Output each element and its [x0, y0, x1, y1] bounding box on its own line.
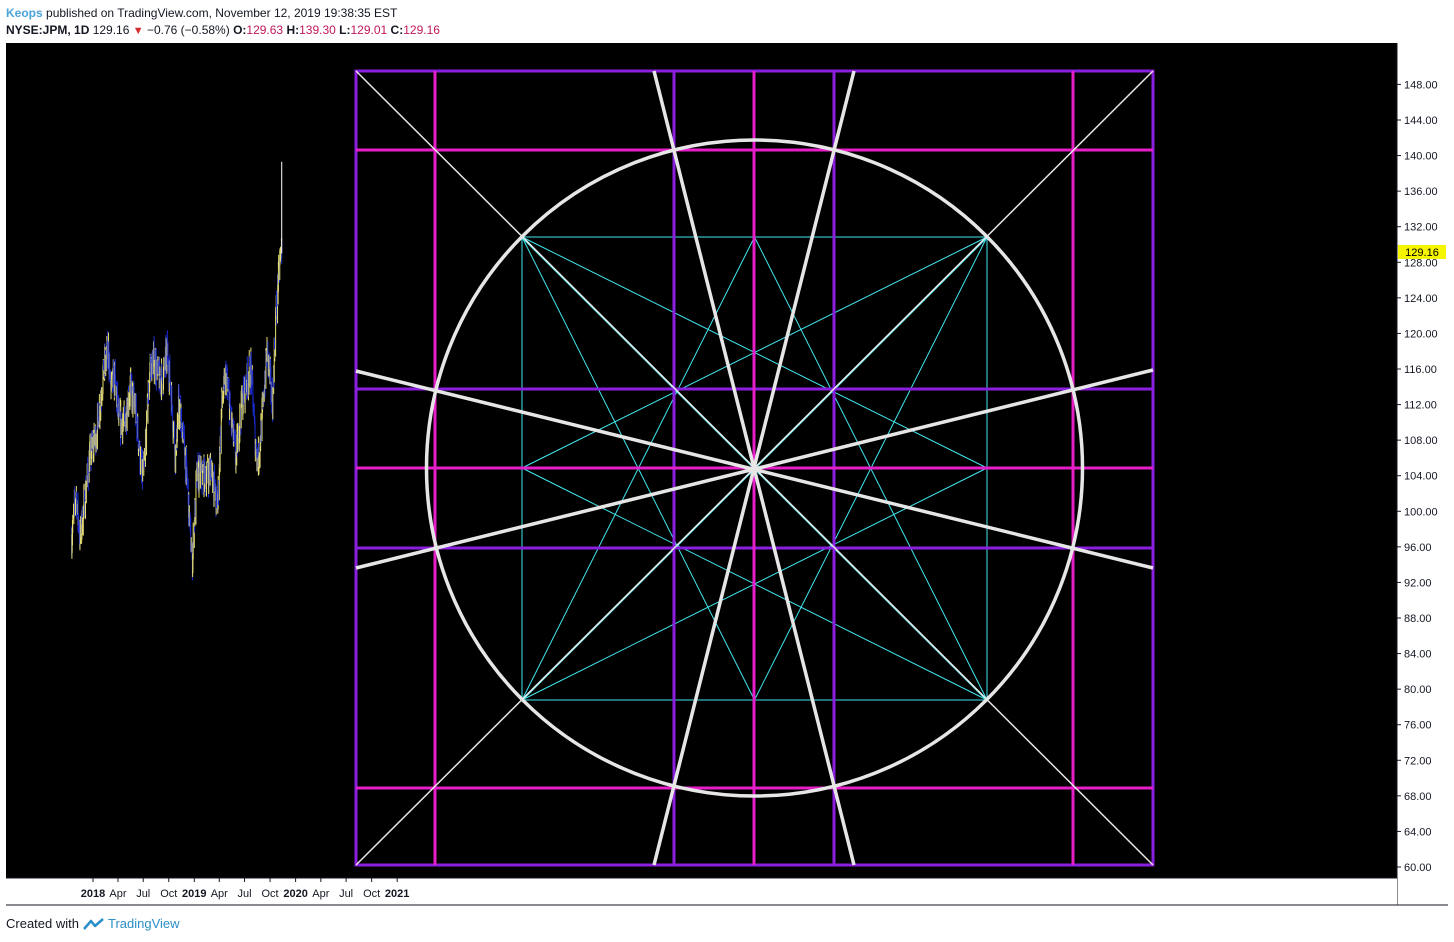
y-tick-label: 88.00	[1404, 613, 1432, 625]
last-price-badge-text: 129.16	[1405, 247, 1439, 259]
x-tick-label: Oct	[262, 888, 279, 900]
footer: Created with TradingView	[6, 916, 180, 932]
y-tick-label: 84.00	[1404, 649, 1432, 661]
y-tick-label: 132.00	[1404, 222, 1438, 234]
tradingview-logo-icon	[83, 918, 104, 930]
x-tick-label: Jul	[238, 888, 252, 900]
x-tick-label: Apr	[211, 888, 228, 900]
y-tick-label: 148.00	[1404, 79, 1438, 91]
y-tick-label: 104.00	[1404, 471, 1438, 483]
tradingview-link[interactable]: TradingView	[108, 916, 180, 932]
x-tick-label: 2021	[385, 888, 409, 900]
x-tick-label: 2020	[283, 888, 307, 900]
y-tick-label: 112.00	[1404, 400, 1437, 412]
y-tick-label: 144.00	[1404, 115, 1438, 127]
y-tick-label: 136.00	[1404, 186, 1438, 198]
x-tick-label: Jul	[339, 888, 353, 900]
x-tick-label: Oct	[363, 888, 380, 900]
price-axis-background	[1397, 43, 1448, 878]
y-tick-label: 108.00	[1404, 435, 1438, 447]
x-tick-label: Apr	[109, 888, 126, 900]
geometry-overlay	[354, 69, 1155, 867]
y-tick-label: 96.00	[1404, 542, 1432, 554]
x-tick-label: Oct	[160, 888, 177, 900]
y-tick-label: 100.00	[1404, 506, 1438, 518]
x-tick-label: Jul	[136, 888, 150, 900]
y-tick-label: 92.00	[1404, 577, 1432, 589]
price-chart[interactable]: 148.00 144.00 140.00 136.00 132.00 128.00 124.…	[0, 0, 1454, 942]
y-tick-label: 116.00	[1404, 364, 1437, 376]
x-tick-label: Apr	[312, 888, 329, 900]
y-tick-label: 140.00	[1404, 151, 1438, 163]
y-tick-label: 124.00	[1404, 293, 1438, 305]
created-with-text: Created with	[6, 916, 79, 931]
x-tick-label: 2018	[81, 888, 105, 900]
y-tick-label: 68.00	[1404, 791, 1432, 803]
last-price-badge: 129.16	[1398, 244, 1446, 259]
chart-background	[6, 43, 1397, 878]
y-tick-label: 76.00	[1404, 720, 1432, 732]
y-tick-label: 64.00	[1404, 826, 1432, 838]
y-tick-label: 128.00	[1404, 257, 1438, 269]
y-tick-label: 80.00	[1404, 684, 1432, 696]
x-tick-label: 2019	[182, 888, 206, 900]
y-tick-label: 72.00	[1404, 755, 1432, 767]
y-tick-label: 120.00	[1404, 328, 1438, 340]
y-tick-label: 60.00	[1404, 862, 1432, 874]
